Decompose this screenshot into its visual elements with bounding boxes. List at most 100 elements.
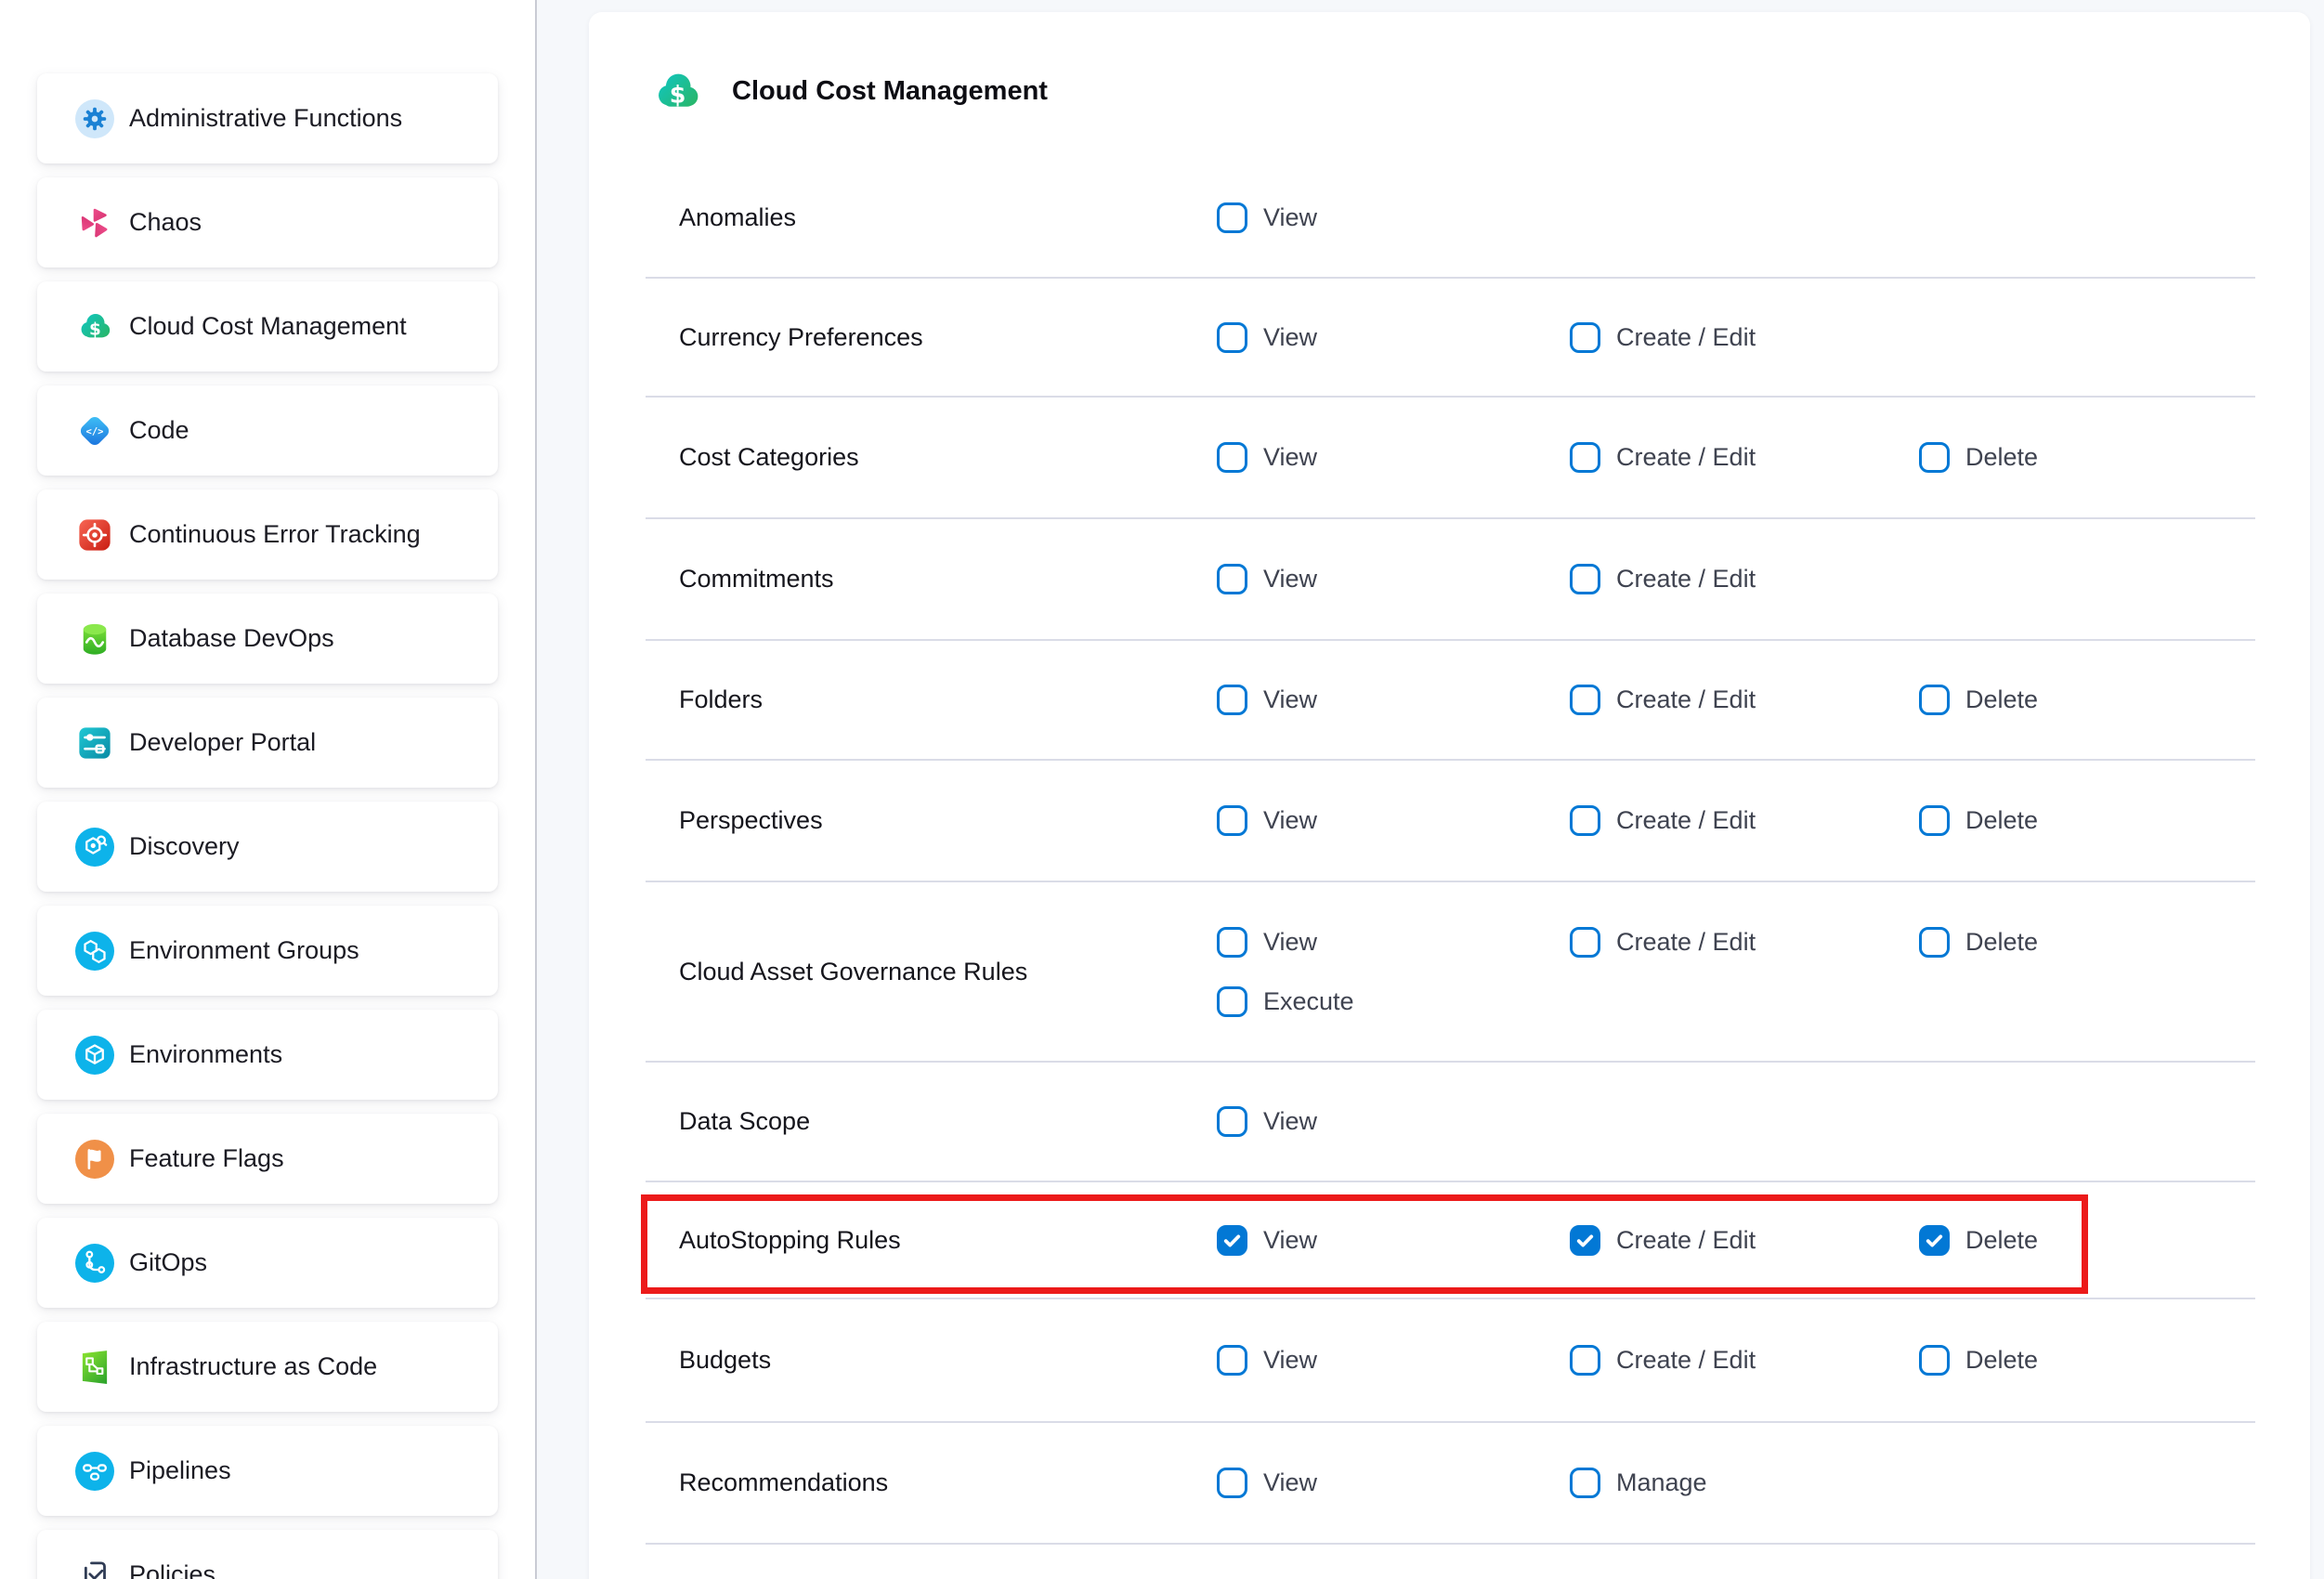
permission-row-anomalies: AnomaliesView (646, 158, 2255, 279)
checkbox-create-edit[interactable] (1570, 927, 1600, 958)
checkbox-view[interactable] (1217, 805, 1247, 836)
checkbox-view[interactable] (1217, 1345, 1247, 1376)
module-permissions-card: $ Cloud Cost Management AnomaliesViewCur… (589, 12, 2310, 1579)
checkbox-delete[interactable] (1919, 805, 1950, 836)
permission-label: View (1263, 1226, 1317, 1255)
checkbox-create-edit[interactable] (1570, 1225, 1600, 1256)
permission-cell: Manage (1570, 1423, 1919, 1543)
module-header: $ Cloud Cost Management (589, 12, 2310, 158)
permission-label: View (1263, 928, 1317, 957)
policies-icon (75, 1556, 114, 1579)
sidebar-item-database-devops[interactable]: Database DevOps (37, 594, 498, 684)
resource-label: Folders (646, 641, 1217, 759)
environments-icon (75, 1036, 114, 1075)
permission-cell: Create / Edit (1570, 279, 1919, 396)
permission-cell (1570, 158, 1919, 277)
sidebar-item-label: Policies (129, 1560, 215, 1579)
permission-cell: Delete (1919, 761, 2255, 881)
checkbox-view[interactable] (1217, 442, 1247, 473)
permission-cell: Delete (1919, 641, 2255, 759)
permission-label: View (1263, 1468, 1317, 1497)
resource-label: Commitments (646, 519, 1217, 639)
checkbox-view[interactable] (1217, 927, 1247, 958)
checkbox-delete[interactable] (1919, 1225, 1950, 1256)
content-area: $ Cloud Cost Management AnomaliesViewCur… (537, 0, 2324, 1579)
sidebar-item-continuous-error-tracking[interactable]: Continuous Error Tracking (37, 489, 498, 580)
sidebar-item-label: Infrastructure as Code (129, 1352, 377, 1381)
sidebar-item-label: Code (129, 416, 189, 445)
checkbox-view[interactable] (1217, 1468, 1247, 1498)
permission-label: Create / Edit (1616, 323, 1756, 352)
sidebar-item-discovery[interactable]: Discovery (37, 802, 498, 892)
permission-label: Create / Edit (1616, 806, 1756, 835)
database-icon (75, 620, 114, 659)
resource-label: Data Scope (646, 1063, 1217, 1181)
checkbox-execute[interactable] (1217, 986, 1247, 1017)
page-title: Cloud Cost Management (732, 76, 1048, 107)
sidebar-item-developer-portal[interactable]: Developer Portal (37, 698, 498, 788)
checkbox-create-edit[interactable] (1570, 685, 1600, 715)
checkbox-create-edit[interactable] (1570, 805, 1600, 836)
sidebar-item-cloud-cost-management[interactable]: $Cloud Cost Management (37, 281, 498, 372)
sidebar-item-policies[interactable]: Policies (37, 1530, 498, 1579)
permission-label: View (1263, 1346, 1317, 1375)
environment-groups-icon (75, 932, 114, 971)
checkbox-delete[interactable] (1919, 927, 1950, 958)
checkbox-view[interactable] (1217, 685, 1247, 715)
permission-label: Create / Edit (1616, 685, 1756, 714)
checkbox-view[interactable] (1217, 1106, 1247, 1137)
checkbox-create-edit[interactable] (1570, 1345, 1600, 1376)
checkbox-create-edit[interactable] (1570, 564, 1600, 594)
permission-cell (1570, 1063, 1919, 1181)
permission-cell: Delete (1919, 1299, 2255, 1421)
permission-row-autostopping-rules: AutoStopping RulesViewCreate / EditDelet… (646, 1182, 2255, 1299)
permission-cell: ViewExecute (1217, 882, 1570, 1061)
sidebar-item-administrative-functions[interactable]: Administrative Functions (37, 73, 498, 163)
permission-cell: View (1217, 761, 1570, 881)
permission-row-perspectives: PerspectivesViewCreate / EditDelete (646, 761, 2255, 882)
resource-label: Cloud Asset Governance Rules (646, 882, 1217, 1061)
sidebar-item-label: Feature Flags (129, 1144, 284, 1173)
permission-cell: Create / Edit (1570, 882, 1919, 1061)
sidebar-item-chaos[interactable]: Chaos (37, 177, 498, 268)
checkbox-manage[interactable] (1570, 1468, 1600, 1498)
permission-row-currency-preferences: Currency PreferencesViewCreate / Edit (646, 279, 2255, 398)
sidebar-item-pipelines[interactable]: Pipelines (37, 1426, 498, 1516)
sidebar-item-label: Environments (129, 1040, 282, 1069)
permission-rows: AnomaliesViewCurrency PreferencesViewCre… (646, 158, 2255, 1545)
sidebar-item-code[interactable]: </> Code (37, 385, 498, 476)
sidebar-item-label: GitOps (129, 1248, 207, 1277)
permission-label: Manage (1616, 1468, 1707, 1497)
checkbox-view[interactable] (1217, 322, 1247, 353)
resource-label: Currency Preferences (646, 279, 1217, 396)
permission-label: View (1263, 1107, 1317, 1136)
checkbox-delete[interactable] (1919, 1345, 1950, 1376)
checkbox-view[interactable] (1217, 202, 1247, 233)
discovery-icon (75, 828, 114, 867)
permission-cell: Create / Edit (1570, 1182, 1919, 1298)
resource-label: Recommendations (646, 1423, 1217, 1543)
sidebar-item-label: Administrative Functions (129, 104, 402, 133)
sidebar-item-feature-flags[interactable]: Feature Flags (37, 1114, 498, 1204)
svg-text:$: $ (670, 80, 686, 108)
svg-text:$: $ (89, 320, 101, 339)
permission-label: View (1263, 443, 1317, 472)
sidebar-item-environments[interactable]: Environments (37, 1010, 498, 1100)
sidebar-item-gitops[interactable]: GitOps (37, 1218, 498, 1308)
code-icon: </> (75, 411, 114, 450)
resource-label: Anomalies (646, 158, 1217, 277)
sidebar-item-infrastructure-as-code[interactable]: Infrastructure as Code (37, 1322, 498, 1412)
permission-cell: View (1217, 158, 1570, 277)
checkbox-delete[interactable] (1919, 685, 1950, 715)
checkbox-view[interactable] (1217, 564, 1247, 594)
permission-label: Create / Edit (1616, 928, 1756, 957)
permission-label: Delete (1965, 806, 2038, 835)
permission-row-recommendations: Recommendations View Manage (646, 1423, 2255, 1545)
permission-cell: Delete (1919, 398, 2255, 517)
checkbox-delete[interactable] (1919, 442, 1950, 473)
checkbox-view[interactable] (1217, 1225, 1247, 1256)
checkbox-create-edit[interactable] (1570, 442, 1600, 473)
checkbox-create-edit[interactable] (1570, 322, 1600, 353)
sidebar-item-label: Database DevOps (129, 624, 334, 653)
sidebar-item-environment-groups[interactable]: Environment Groups (37, 906, 498, 996)
